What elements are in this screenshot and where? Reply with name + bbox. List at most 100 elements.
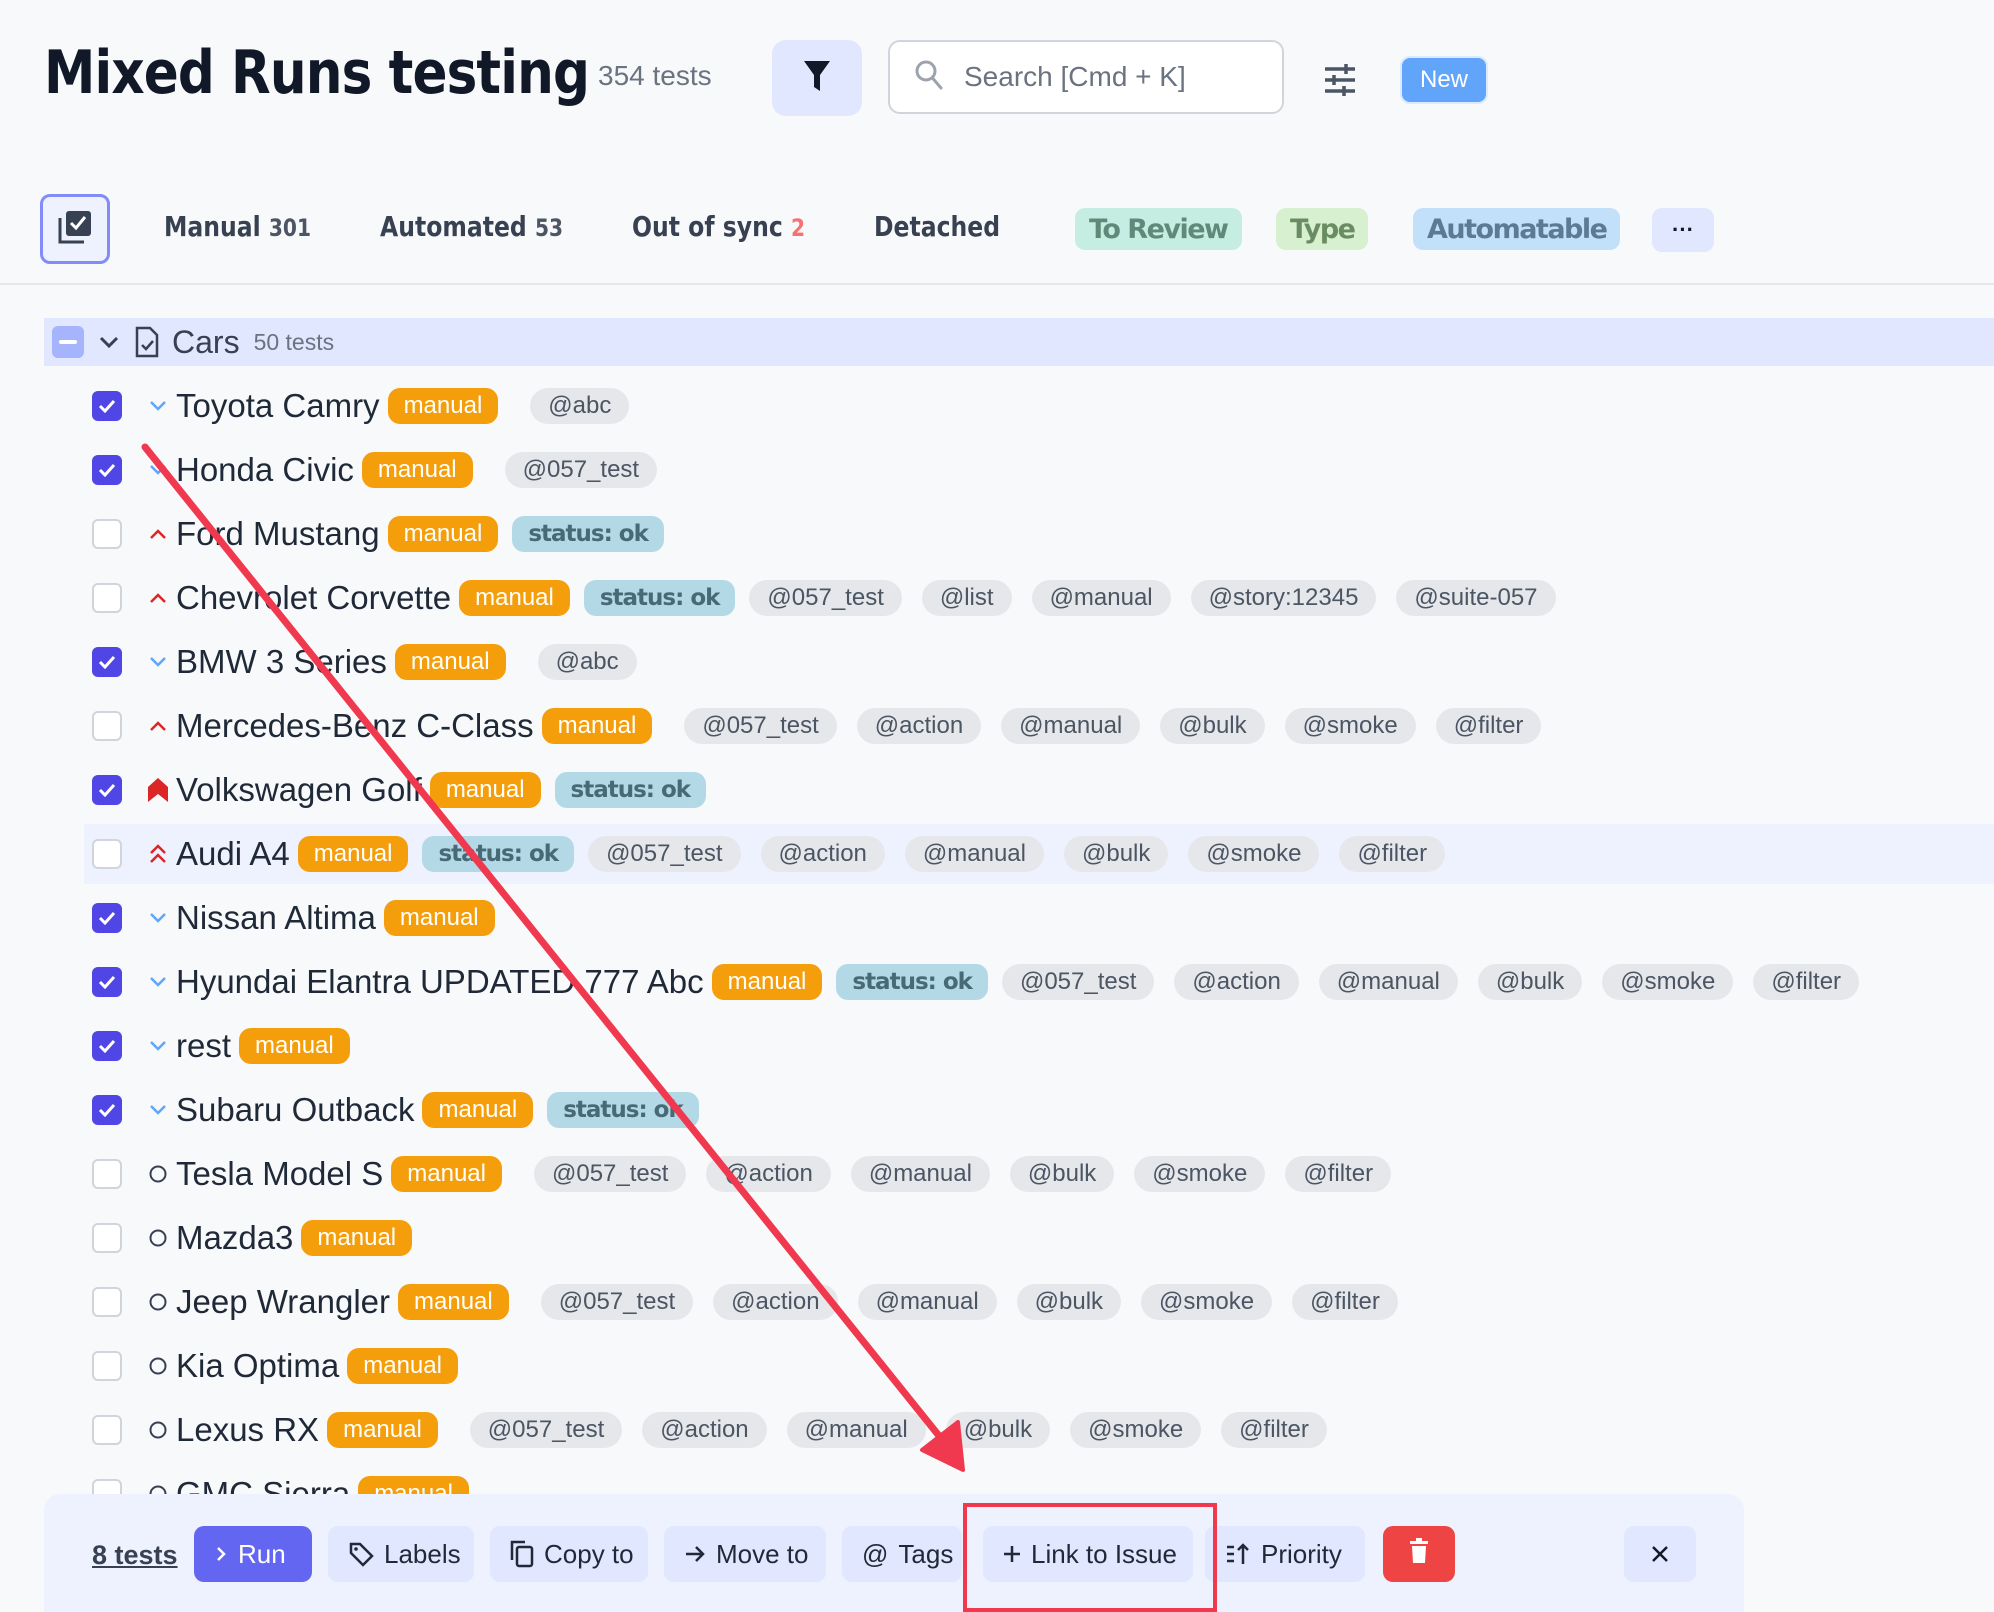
tag-chip[interactable]: @action <box>642 1412 767 1448</box>
test-row[interactable]: Mercedes-Benz C-Class manual @057_test @act… <box>84 696 1561 756</box>
tag-chip[interactable]: @manual <box>786 1412 926 1448</box>
test-title[interactable]: Mercedes-Benz C-Class <box>176 707 534 745</box>
tag-chip[interactable]: @bulk <box>1016 1284 1122 1320</box>
test-row[interactable]: Lexus RX manual @057_test @action @manual @bu… <box>84 1400 1347 1460</box>
tag-chip[interactable]: @manual <box>850 1156 990 1192</box>
test-row[interactable]: Audi A4 manual status: ok @057_test @action @… <box>84 824 1994 884</box>
tag-chip[interactable]: @bulk <box>1477 964 1583 1000</box>
test-title[interactable]: BMW 3 Series <box>176 643 387 681</box>
test-checkbox[interactable] <box>92 1223 122 1253</box>
test-row[interactable]: Jeep Wrangler manual @057_test @action @manu… <box>84 1272 1418 1332</box>
test-checkbox[interactable] <box>92 1287 122 1317</box>
test-title[interactable]: Jeep Wrangler <box>176 1283 390 1321</box>
tag-chip[interactable]: @bulk <box>945 1412 1051 1448</box>
priority-button[interactable]: Priority <box>1205 1526 1365 1582</box>
close-toolbar-button[interactable] <box>1624 1526 1696 1582</box>
tag-chip[interactable]: @action <box>1174 964 1299 1000</box>
suite-group-header[interactable]: Cars 50 tests <box>44 318 1994 366</box>
select-mode-toggle[interactable] <box>40 194 110 264</box>
label-filter-type[interactable]: Type <box>1276 208 1369 250</box>
test-row[interactable]: rest manual <box>84 1016 364 1076</box>
tag-chip[interactable]: @story:12345 <box>1190 580 1377 616</box>
test-row[interactable]: Hyundai Elantra UPDATED 777 Abc manual sta… <box>84 952 1879 1012</box>
tag-chip[interactable]: @smoke <box>1602 964 1734 1000</box>
test-checkbox[interactable] <box>92 711 122 741</box>
test-title[interactable]: Hyundai Elantra UPDATED 777 Abc <box>176 963 704 1001</box>
test-checkbox[interactable] <box>92 583 122 613</box>
tag-chip[interactable]: @filter <box>1435 708 1542 744</box>
tag-chip[interactable]: @057_test <box>749 580 902 616</box>
tag-chip[interactable]: @smoke <box>1141 1284 1273 1320</box>
test-checkbox[interactable] <box>92 903 122 933</box>
test-title[interactable]: Lexus RX <box>176 1411 319 1449</box>
tag-chip[interactable]: @057_test <box>588 836 741 872</box>
more-options-button[interactable]: ··· <box>1652 208 1714 252</box>
delete-button[interactable] <box>1383 1526 1455 1582</box>
tag-chip[interactable]: @manual <box>1318 964 1458 1000</box>
sliders-icon[interactable] <box>1322 62 1358 98</box>
tag-chip[interactable]: @057_test <box>1001 964 1155 1000</box>
test-row[interactable]: Honda Civic manual @057_test <box>84 440 677 500</box>
filter-button[interactable] <box>772 40 862 116</box>
test-title[interactable]: Toyota Camry <box>176 387 380 425</box>
chevron-down-icon[interactable] <box>98 334 120 350</box>
test-title[interactable]: Nissan Altima <box>176 899 376 937</box>
tag-chip[interactable]: @smoke <box>1070 1412 1202 1448</box>
test-row[interactable]: Tesla Model Smanual @057_test @action @manu… <box>84 1144 1411 1204</box>
tag-chip[interactable]: @filter <box>1292 1284 1398 1320</box>
test-title[interactable]: Tesla Model S <box>176 1155 383 1193</box>
tag-chip[interactable]: @manual <box>904 836 1044 872</box>
test-checkbox[interactable] <box>92 391 122 421</box>
test-checkbox[interactable] <box>92 455 122 485</box>
run-button[interactable]: Run <box>194 1526 312 1582</box>
tag-chip[interactable]: @action <box>706 1156 831 1192</box>
test-title[interactable]: Ford Mustang <box>176 515 380 553</box>
test-checkbox[interactable] <box>92 1095 122 1125</box>
tag-chip[interactable]: @action <box>760 836 885 872</box>
tag-chip[interactable]: @list <box>921 580 1012 616</box>
tag-chip[interactable]: @bulk <box>1009 1156 1115 1192</box>
tag-chip[interactable]: @filter <box>1753 964 1860 1000</box>
search-input[interactable] <box>962 60 1266 94</box>
test-row[interactable]: Subaru Outback manual status: ok <box>84 1080 713 1140</box>
test-title[interactable]: Honda Civic <box>176 451 354 489</box>
tags-button[interactable]: @ Tags <box>842 1526 962 1582</box>
tag-chip[interactable]: @filter <box>1221 1412 1327 1448</box>
tab-out-of-sync[interactable]: Out of sync 2 <box>632 210 805 243</box>
test-row[interactable]: Kia Optima manual <box>84 1336 472 1396</box>
tab-automated[interactable]: Automated 53 <box>380 210 563 243</box>
tag-chip[interactable]: @abc <box>530 388 630 424</box>
new-badge[interactable]: New <box>1400 56 1489 104</box>
test-title[interactable]: Subaru Outback <box>176 1091 414 1129</box>
tag-chip[interactable]: @smoke <box>1188 836 1320 872</box>
tag-chip[interactable]: @manual <box>857 1284 997 1320</box>
tag-chip[interactable]: @smoke <box>1134 1156 1266 1192</box>
tag-chip[interactable]: @057_test <box>504 452 658 488</box>
test-row[interactable]: Nissan Altima manual <box>84 888 509 948</box>
tag-chip[interactable]: @bulk <box>1063 836 1169 872</box>
test-checkbox[interactable] <box>92 519 122 549</box>
test-title[interactable]: Audi A4 <box>176 835 290 873</box>
tag-chip[interactable]: @057_test <box>533 1156 687 1192</box>
test-row[interactable]: Chevrolet Corvette manual status: ok @057_t… <box>84 568 1576 628</box>
test-title[interactable]: Chevrolet Corvette <box>176 579 451 617</box>
test-title[interactable]: Kia Optima <box>176 1347 339 1385</box>
move-to-button[interactable]: Move to <box>664 1526 826 1582</box>
test-title[interactable]: Mazda3 <box>176 1219 293 1257</box>
tag-chip[interactable]: @action <box>713 1284 838 1320</box>
tag-chip[interactable]: @action <box>856 708 982 744</box>
test-checkbox[interactable] <box>92 647 122 677</box>
test-row[interactable]: Toyota Camry manual @abc <box>84 376 649 436</box>
test-checkbox[interactable] <box>92 1415 122 1445</box>
tag-chip[interactable]: @manual <box>1001 708 1141 744</box>
tag-chip[interactable]: @filter <box>1285 1156 1392 1192</box>
tag-chip[interactable]: @057_test <box>540 1284 694 1320</box>
search-box[interactable] <box>888 40 1284 114</box>
tag-chip[interactable]: @057_test <box>469 1412 623 1448</box>
tag-chip[interactable]: @smoke <box>1284 708 1416 744</box>
test-checkbox[interactable] <box>92 839 122 869</box>
group-checkbox[interactable] <box>52 326 84 358</box>
label-filter-automatable[interactable]: Automatable <box>1413 208 1621 250</box>
label-filter-to-review[interactable]: To Review <box>1075 208 1242 250</box>
tag-chip[interactable]: @057_test <box>684 708 837 744</box>
